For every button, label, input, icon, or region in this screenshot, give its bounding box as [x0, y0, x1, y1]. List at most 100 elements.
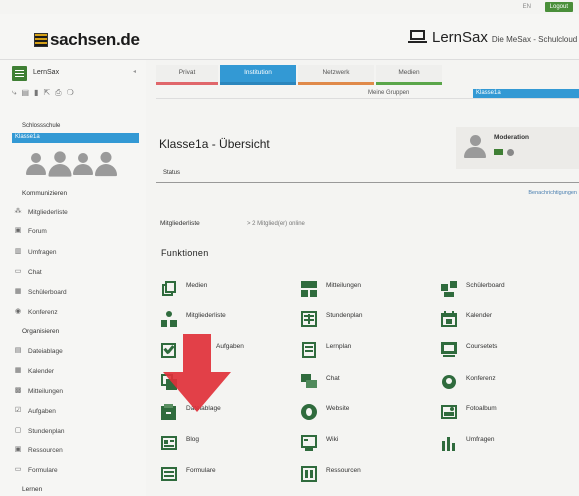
print-icon[interactable]: ⎙ — [55, 88, 61, 98]
expand-icon[interactable]: ⇱ — [43, 88, 50, 98]
board-icon: ▦ — [14, 288, 22, 295]
mail-icon[interactable] — [494, 149, 503, 155]
list-icon[interactable]: ▤ — [21, 88, 29, 98]
notifications-link[interactable]: Benachrichtigungen — [528, 190, 577, 196]
section-kommunizieren: Kommunizieren — [22, 190, 68, 197]
forms-icon: ▭ — [14, 466, 22, 473]
chat-icon — [301, 374, 317, 390]
function-mitgliederliste[interactable]: Mitgliederliste — [161, 311, 226, 327]
sidebar-item-chat[interactable]: ▭ Chat — [14, 268, 42, 276]
laptop-icon — [408, 30, 427, 44]
site-header: sachsen.de LernSax Die MeSax - Schulclou… — [0, 14, 579, 60]
function-coursetets[interactable]: Coursetets — [441, 342, 497, 358]
function-lernplan[interactable]: Lernplan — [301, 342, 351, 358]
group-avatar — [26, 151, 117, 177]
page-title: Klasse1a - Übersicht — [159, 137, 270, 151]
product-name: LernSax — [432, 29, 488, 46]
moderation-label: Moderation — [494, 134, 530, 141]
product-tagline: Die MeSax - Schulcloud — [491, 35, 578, 44]
media-icon — [161, 281, 177, 297]
poll-icon: ▥ — [14, 248, 22, 255]
sidebar-item-stundenplan[interactable]: ▢ Stundenplan — [14, 427, 65, 435]
tree-icon[interactable]: ⤷ — [12, 88, 16, 98]
red-arrow-annotation — [163, 334, 231, 412]
function-konferenz[interactable]: Konferenz — [441, 374, 496, 390]
online-members-link[interactable]: > 2 Mitglied(er) online — [247, 221, 305, 227]
function-kalender[interactable]: Kalender — [441, 311, 492, 327]
mitgliederliste-label: Mitgliederliste — [160, 220, 200, 227]
info-icon[interactable] — [507, 149, 514, 156]
collapse-icon[interactable]: ◂ — [133, 68, 136, 75]
status-label: Status — [163, 170, 181, 176]
board-icon — [441, 281, 457, 297]
moderation-box: Moderation — [456, 127, 579, 169]
function-wiki[interactable]: Wiki — [301, 435, 338, 451]
main-nav: Privat Institution Netzwerk Medien — [156, 65, 579, 85]
folder-icon: ▤ — [14, 347, 22, 354]
forms-icon — [161, 466, 177, 482]
bookmark-icon[interactable]: ▮ — [34, 88, 38, 98]
sidebar-item-schuelerboard[interactable]: ▦ Schülerboard — [14, 288, 67, 296]
members-icon — [161, 311, 177, 327]
avatar — [73, 153, 93, 175]
wiki-icon — [301, 435, 317, 451]
conference-icon: ◉ — [14, 308, 22, 315]
learnplan-icon — [301, 342, 317, 358]
avatar — [464, 135, 486, 158]
menu-button[interactable] — [12, 66, 27, 81]
language-switch[interactable]: EN — [523, 4, 531, 10]
timetable-icon: ▢ — [14, 427, 22, 434]
notice-icon — [301, 281, 317, 297]
calendar-icon — [441, 311, 457, 327]
lernsax-logo[interactable]: LernSax Die MeSax - Schulcloud — [408, 28, 577, 46]
members-icon: ⁂ — [14, 208, 22, 215]
function-schuelerboard[interactable]: Schülerboard — [441, 281, 505, 297]
function-medien[interactable]: Medien — [161, 281, 207, 297]
resources-icon: ▣ — [14, 446, 22, 453]
sidebar-item-ressourcen[interactable]: ▣ Ressourcen — [14, 446, 63, 454]
function-umfragen[interactable]: Umfragen — [441, 435, 495, 451]
sidebar-item-formulare[interactable]: ▭ Formulare — [14, 466, 58, 474]
avatar — [95, 151, 117, 177]
group-select[interactable]: Klasse1a — [473, 89, 579, 98]
tab-privat[interactable]: Privat — [156, 65, 218, 85]
sidebar-item-kalender[interactable]: ▦ Kalender — [14, 367, 54, 375]
tasks-icon: ☑ — [14, 407, 22, 414]
tab-institution[interactable]: Institution — [220, 65, 296, 85]
photo-icon — [441, 404, 457, 420]
sidebar-item-mitteilungen[interactable]: ▩ Mitteilungen — [14, 387, 63, 395]
notice-icon: ▩ — [14, 387, 22, 394]
logout-button[interactable]: Logout — [544, 2, 573, 12]
sidebar: LernSax ◂ ⤷ ▤ ▮ ⇱ ⎙ ❍ Schlossschule Klas… — [0, 60, 146, 496]
function-formulare[interactable]: Formulare — [161, 466, 216, 482]
help-icon[interactable]: ❍ — [67, 88, 74, 98]
sidebar-item-aufgaben[interactable]: ☑ Aufgaben — [14, 407, 56, 415]
function-chat[interactable]: Chat — [301, 374, 340, 390]
tab-medien[interactable]: Medien — [376, 65, 442, 85]
funktionen-title: Funktionen — [161, 248, 209, 258]
meine-gruppen-link[interactable]: Meine Gruppen — [368, 90, 409, 96]
function-mitteilungen[interactable]: Mitteilungen — [301, 281, 361, 297]
top-strip: EN Logout — [0, 0, 579, 14]
website-icon — [301, 404, 317, 420]
conference-icon — [441, 374, 457, 390]
brand-logo[interactable]: sachsen.de — [34, 30, 140, 50]
sidebar-item-mitgliederliste[interactable]: ⁂ Mitgliederliste — [14, 208, 68, 216]
function-ressourcen[interactable]: Ressourcen — [301, 466, 361, 482]
tab-netzwerk[interactable]: Netzwerk — [298, 65, 374, 85]
sidebar-item-dateiablage[interactable]: ▤ Dateiablage — [14, 347, 63, 355]
function-website[interactable]: Website — [301, 404, 349, 420]
sidebar-item-umfragen[interactable]: ▥ Umfragen — [14, 248, 57, 256]
function-fotoalbum[interactable]: Fotoalbum — [441, 404, 497, 420]
poll-icon — [441, 435, 457, 451]
section-lernen: Lernen — [22, 486, 43, 493]
sidebar-item-klasse1a[interactable]: Klasse1a — [12, 133, 139, 143]
sidebar-item-forum[interactable]: ▣ Forum — [14, 227, 47, 235]
function-blog[interactable]: Blog — [161, 435, 199, 451]
brand-name: sachsen.de — [50, 30, 140, 49]
sidebar-item-konferenz[interactable]: ◉ Konferenz — [14, 308, 58, 316]
school-name[interactable]: Schlossschule — [22, 123, 60, 129]
coursetest-icon — [441, 342, 457, 358]
sidebar-toolbar: ⤷ ▤ ▮ ⇱ ⎙ ❍ — [12, 88, 74, 98]
function-stundenplan[interactable]: Stundenplan — [301, 311, 363, 327]
